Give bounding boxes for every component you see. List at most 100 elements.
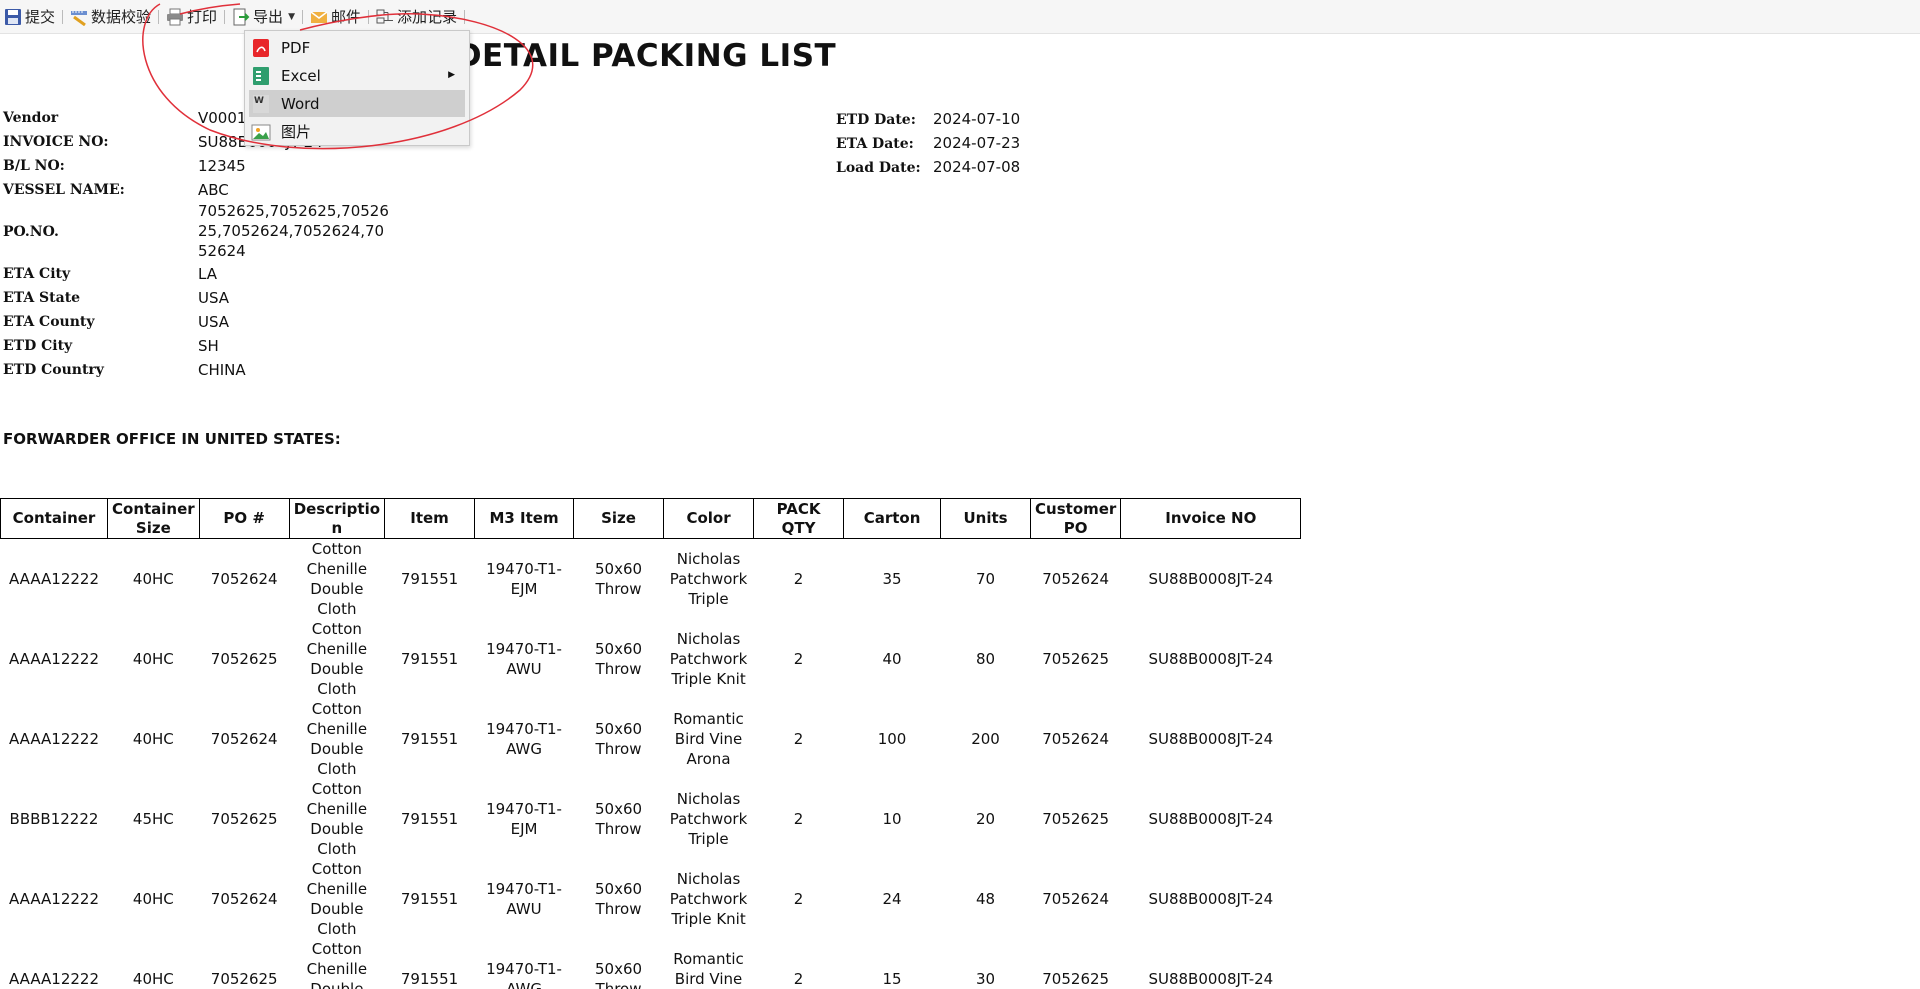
chevron-right-icon: ▶ — [448, 70, 455, 80]
column-header-customer-po: Customer PO — [1030, 498, 1122, 539]
cell-line: Cloth — [317, 600, 357, 618]
export-word-item[interactable]: W Word — [249, 90, 465, 117]
header-line: Container — [12, 509, 96, 527]
export-menu: PDF Excel ▶ W Word 图片 — [244, 30, 470, 146]
export-image-item[interactable]: 图片 — [249, 118, 465, 145]
forwarder-heading: FORWARDER OFFICE IN UNITED STATES: — [3, 430, 341, 448]
column-header-po: PO # — [198, 498, 290, 539]
cell-line: AWU — [506, 660, 542, 678]
eta-state-value: USA — [198, 289, 230, 307]
cell-line: Nicholas — [676, 630, 741, 648]
cell-customer-po: 7052625 — [1031, 619, 1121, 699]
cell-carton: 40 — [844, 619, 941, 699]
cell-line: 50x60 — [595, 800, 643, 818]
cell-po: 7052624 — [199, 859, 289, 939]
cell-line: 7052624 — [1042, 730, 1110, 748]
cell-line: Chenille — [306, 960, 368, 978]
cell-item: 791551 — [385, 699, 475, 779]
cell-line: EJM — [510, 820, 538, 838]
header-line: M3 Item — [489, 509, 559, 527]
cell-line: AAAA12222 — [8, 650, 99, 668]
column-header-description: Descriptio n — [288, 498, 386, 539]
cell-carton: 35 — [844, 539, 941, 620]
cell-line: Double — [310, 660, 364, 678]
eta-date-label: ETA Date: — [836, 136, 914, 152]
cell-line: BBBB12222 — [9, 810, 99, 828]
cell-line: Triple Knit — [671, 670, 746, 688]
separator — [224, 9, 226, 24]
ruler-pencil-icon — [70, 8, 88, 26]
eta-county-label: ETA County — [3, 314, 95, 330]
export-button[interactable]: 导出 ▼ — [228, 0, 299, 34]
validate-button[interactable]: 数据校验 — [66, 0, 155, 34]
cell-container: AAAA12222 — [1, 699, 108, 779]
svg-text:W: W — [254, 96, 264, 106]
cell-line: 2 — [793, 650, 804, 668]
cell-units: 70 — [941, 539, 1031, 620]
toolbar: 提交 数据校验 打印 导出 ▼ 邮件 添加记录 — [0, 0, 1920, 34]
cell-po: 7052625 — [199, 619, 289, 699]
cell-units: 48 — [941, 859, 1031, 939]
header-line: Size — [601, 509, 636, 527]
cell-line: 2 — [793, 570, 804, 588]
cell-size: 50x60 Throw — [574, 779, 664, 859]
cell-m3-item: 19470-T1- AWU — [475, 859, 574, 939]
table-body: AAAA12222 40HC 7052624 Cotton Chenille Double… — [1, 539, 1301, 989]
cell-line: Throw — [595, 740, 642, 758]
cell-line: Double — [310, 980, 364, 989]
mail-button[interactable]: 邮件 — [306, 0, 365, 34]
menu-item-label: Word — [281, 94, 320, 113]
cell-description: Cotton Chenille Double Cloth — [289, 859, 384, 939]
header-line: Descriptio — [293, 499, 381, 518]
cell-container-size: 40HC — [108, 619, 200, 699]
cell-description: Cotton Chenille Double Cloth — [289, 619, 384, 699]
cell-line: AWG — [506, 740, 542, 758]
table-row: AAAA12222 40HC 7052625 Cotton Chenille Double… — [1, 939, 1301, 989]
column-header-units: Units — [940, 498, 1032, 539]
cell-pack-qty: 2 — [754, 539, 844, 620]
cell-line: 40HC — [132, 890, 174, 908]
export-excel-item[interactable]: Excel ▶ — [249, 62, 465, 89]
eta-date-value: 2024-07-23 — [933, 134, 1021, 152]
cell-line: 2 — [793, 810, 804, 828]
cell-color: Nicholas Patchwork Triple — [664, 539, 754, 620]
column-header-carton: Carton — [843, 498, 942, 539]
cell-line: Bird Vine — [674, 970, 743, 988]
cell-line: 7052625 — [210, 650, 278, 668]
cell-po: 7052624 — [199, 539, 289, 620]
cell-m3-item: 19470-T1- AWG — [475, 699, 574, 779]
cell-container-size: 40HC — [108, 539, 200, 620]
cell-invoice-no: SU88B0008JT-24 — [1121, 539, 1301, 620]
cell-line: Cotton — [311, 540, 362, 558]
add-record-button[interactable]: 添加记录 — [372, 0, 461, 34]
etd-date-label: ETD Date: — [836, 112, 916, 128]
cell-container: BBBB12222 — [1, 779, 108, 859]
cell-line: 2 — [793, 970, 804, 988]
table-header-row: Container Container Size PO # Descriptio n Ite… — [0, 498, 1302, 539]
cell-line: Arona — [686, 750, 731, 768]
cell-line: AWU — [506, 900, 542, 918]
save-icon — [4, 8, 22, 26]
cell-container: AAAA12222 — [1, 619, 108, 699]
cell-line: Double — [310, 740, 364, 758]
print-button[interactable]: 打印 — [162, 0, 221, 34]
submit-button[interactable]: 提交 — [0, 0, 59, 34]
column-header-m3-item: M3 Item — [474, 498, 575, 539]
cell-line: Chenille — [306, 880, 368, 898]
cell-line: 791551 — [400, 890, 459, 908]
cell-customer-po: 7052624 — [1031, 699, 1121, 779]
export-pdf-item[interactable]: PDF — [249, 34, 465, 61]
separator — [158, 9, 160, 24]
cell-line: 7052624 — [210, 890, 278, 908]
cell-description: Cotton Chenille Double Cloth — [289, 779, 384, 859]
cell-invoice-no: SU88B0008JT-24 — [1121, 699, 1301, 779]
cell-invoice-no: SU88B0008JT-24 — [1121, 619, 1301, 699]
cell-customer-po: 7052625 — [1031, 779, 1121, 859]
cell-line: Cloth — [317, 840, 357, 858]
cell-carton: 10 — [844, 779, 941, 859]
header-line: Color — [686, 509, 731, 527]
cell-line: EJM — [510, 580, 538, 598]
cell-line: Nicholas — [676, 790, 741, 808]
menu-item-label: 图片 — [281, 123, 312, 141]
table-row: AAAA12222 40HC 7052624 Cotton Chenille Double… — [1, 699, 1301, 779]
